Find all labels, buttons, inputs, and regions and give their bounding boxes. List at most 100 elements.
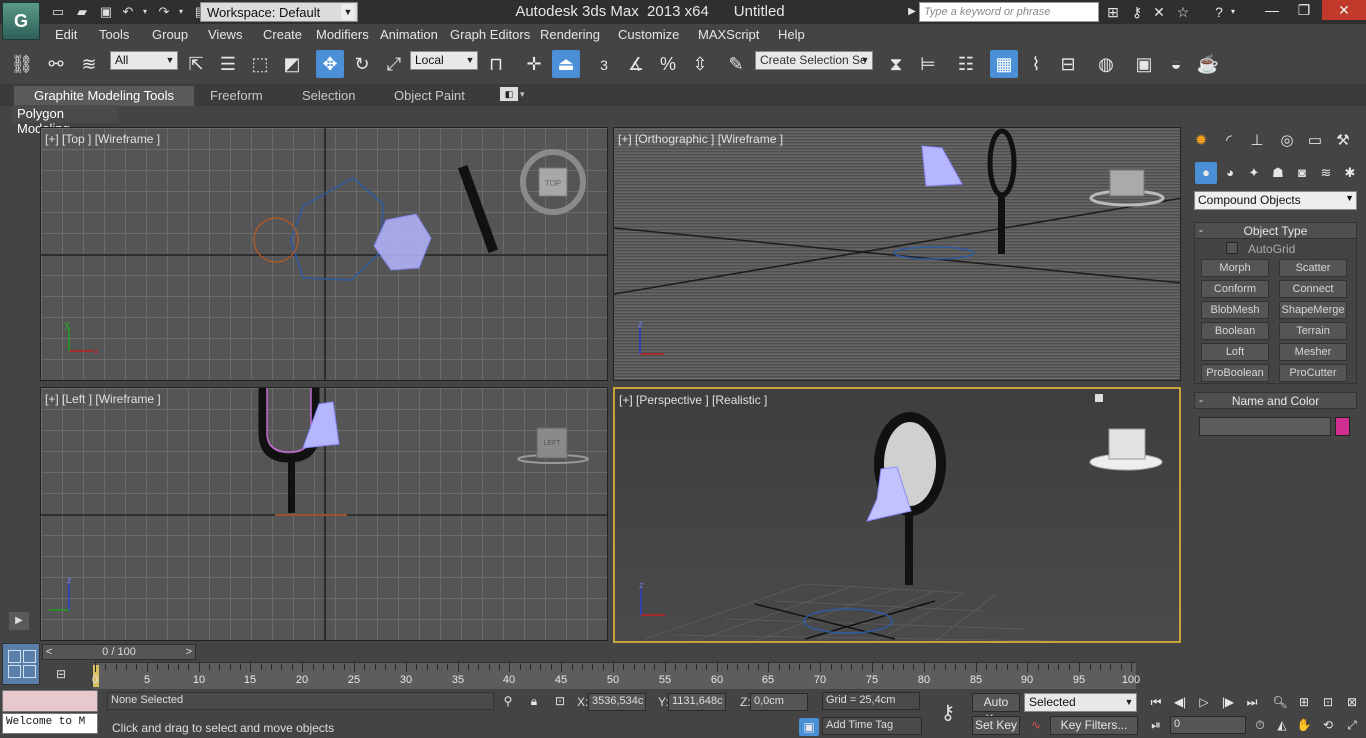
- expand-search-icon[interactable]: ▶: [906, 3, 918, 21]
- z-coordinate-field[interactable]: 0,0cm: [750, 693, 808, 711]
- create-conform-button[interactable]: Conform: [1201, 280, 1269, 298]
- select-by-name-icon[interactable]: ☰: [214, 50, 242, 78]
- rectangular-selection-icon[interactable]: ⬚: [246, 50, 274, 78]
- snaps-toggle-icon[interactable]: 3: [590, 50, 618, 78]
- viewport-top[interactable]: [+] [Top ] [Wireframe ] TOP y x: [40, 127, 608, 381]
- time-tag-icon[interactable]: ▣: [799, 718, 819, 736]
- maxscript-listener-mini[interactable]: [2, 690, 98, 712]
- time-slider[interactable]: <0 / 100 >: [42, 644, 196, 660]
- favorites-star-icon[interactable]: ☆: [1174, 3, 1192, 21]
- create-shapemerge-button[interactable]: ShapeMerge: [1279, 301, 1347, 319]
- window-crossing-icon[interactable]: ◩: [278, 50, 306, 78]
- field-of-view-icon[interactable]: ◭: [1272, 716, 1292, 734]
- geometry-icon[interactable]: ●: [1195, 162, 1217, 184]
- material-editor-icon[interactable]: ◍: [1092, 50, 1120, 78]
- menu-help[interactable]: Help: [778, 27, 805, 42]
- layer-manager-icon[interactable]: ☷: [952, 50, 980, 78]
- rendered-frame-window-icon[interactable]: ◒: [1162, 50, 1190, 78]
- restore-icon[interactable]: ❐: [1288, 0, 1320, 20]
- communication-center-icon[interactable]: ✕: [1150, 3, 1168, 21]
- redo-icon[interactable]: ↷: [156, 4, 172, 19]
- set-key-big-icon[interactable]: ⚷: [928, 694, 968, 732]
- select-and-move-icon[interactable]: ✥: [316, 50, 344, 78]
- modify-tab-icon[interactable]: ◜: [1216, 130, 1242, 152]
- zoom-extents-all-icon[interactable]: ⊠: [1342, 693, 1362, 711]
- menu-maxscript[interactable]: MAXScript: [698, 27, 759, 42]
- isolate-selection-icon[interactable]: ⚲: [498, 692, 518, 710]
- menu-rendering[interactable]: Rendering: [540, 27, 600, 42]
- display-tab-icon[interactable]: ▭: [1302, 130, 1328, 152]
- mirror-icon[interactable]: ⧗: [882, 50, 910, 78]
- autogrid-checkbox[interactable]: [1226, 242, 1238, 254]
- edit-named-selection-icon[interactable]: ✎: [722, 50, 750, 78]
- y-coordinate-field[interactable]: 1131,648c: [668, 693, 726, 711]
- tab-freeform[interactable]: Freeform: [210, 88, 263, 103]
- curve-editor-icon[interactable]: ⌇: [1022, 50, 1050, 78]
- hierarchy-tab-icon[interactable]: ⊥: [1244, 130, 1270, 152]
- link-icon[interactable]: ⛓: [8, 50, 36, 78]
- previous-frame-icon[interactable]: ◀|: [1170, 693, 1190, 711]
- next-frame-icon[interactable]: |▶: [1218, 693, 1238, 711]
- play-icon[interactable]: ▷: [1194, 693, 1214, 711]
- select-and-manipulate-icon[interactable]: ✛: [520, 50, 548, 78]
- angle-snap-icon[interactable]: ∡: [622, 50, 650, 78]
- search-input[interactable]: Type a keyword or phrase: [919, 2, 1099, 22]
- lock-icon[interactable]: [1095, 394, 1103, 402]
- menu-group[interactable]: Group: [152, 27, 188, 42]
- object-color-swatch[interactable]: [1335, 417, 1350, 436]
- percent-snap-icon[interactable]: %: [654, 50, 682, 78]
- time-slider-next-icon[interactable]: >: [186, 645, 192, 659]
- ribbon-options-dropdown-icon[interactable]: ▾: [520, 89, 525, 100]
- tab-selection[interactable]: Selection: [302, 88, 355, 103]
- viewport-left[interactable]: [+] [Left ] [Wireframe ] LEFT z: [40, 387, 608, 641]
- render-setup-icon[interactable]: ▣: [1130, 50, 1158, 78]
- current-frame-field[interactable]: 0: [1170, 716, 1246, 734]
- menu-create[interactable]: Create: [263, 27, 302, 42]
- lights-icon[interactable]: ✦: [1243, 162, 1265, 184]
- minimize-icon[interactable]: —: [1256, 0, 1288, 20]
- application-button[interactable]: G: [2, 2, 40, 40]
- align-icon[interactable]: ⊨: [914, 50, 942, 78]
- create-mesher-button[interactable]: Mesher: [1279, 343, 1347, 361]
- cameras-icon[interactable]: ☗: [1267, 162, 1289, 184]
- set-key-button[interactable]: Set Key: [972, 716, 1020, 735]
- help-dropdown-icon[interactable]: ▾: [1228, 3, 1238, 21]
- object-name-input[interactable]: [1199, 417, 1331, 436]
- viewport-layouts-expand-icon[interactable]: ▶: [9, 612, 29, 630]
- menu-animation[interactable]: Animation: [380, 27, 438, 42]
- menu-modifiers[interactable]: Modifiers: [316, 27, 369, 42]
- open-file-icon[interactable]: ▰: [74, 4, 90, 19]
- motion-tab-icon[interactable]: ◎: [1274, 130, 1300, 152]
- viewcube-left-label[interactable]: LEFT: [543, 440, 561, 447]
- create-proboolean-button[interactable]: ProBoolean: [1201, 364, 1269, 382]
- workspace-select[interactable]: Workspace: Default ▼: [200, 2, 358, 22]
- orbit-icon[interactable]: ⟲: [1318, 716, 1338, 734]
- render-production-icon[interactable]: ☕: [1194, 50, 1222, 78]
- create-loft-button[interactable]: Loft: [1201, 343, 1269, 361]
- zoom-extents-icon[interactable]: ⊡: [1318, 693, 1338, 711]
- keyboard-shortcut-override-icon[interactable]: ⏏: [552, 50, 580, 78]
- key-mode-toggle-icon[interactable]: ⏯: [1146, 716, 1166, 734]
- utilities-tab-icon[interactable]: ⚒: [1330, 130, 1356, 152]
- create-connect-button[interactable]: Connect: [1279, 280, 1347, 298]
- menu-graph-editors[interactable]: Graph Editors: [450, 27, 530, 42]
- helpers-icon[interactable]: ◙: [1291, 162, 1313, 184]
- bind-space-warp-icon[interactable]: ≋: [75, 50, 103, 78]
- space-warps-icon[interactable]: ≋: [1315, 162, 1337, 184]
- schematic-view-icon[interactable]: ⊟: [1054, 50, 1082, 78]
- create-scatter-button[interactable]: Scatter: [1279, 259, 1347, 277]
- go-to-start-icon[interactable]: ⏮: [1146, 693, 1166, 711]
- select-and-rotate-icon[interactable]: ↻: [348, 50, 376, 78]
- absolute-mode-icon[interactable]: ⊡: [550, 692, 570, 710]
- create-terrain-button[interactable]: Terrain: [1279, 322, 1347, 340]
- viewport-perspective[interactable]: [+] [Perspective ] [Realistic ] z: [613, 387, 1181, 643]
- menu-customize[interactable]: Customize: [618, 27, 679, 42]
- pan-view-icon[interactable]: ✋: [1294, 716, 1314, 734]
- binoculars-icon[interactable]: ⊞: [1104, 3, 1122, 21]
- object-type-rollout-header[interactable]: - Object Type: [1194, 222, 1357, 239]
- time-configuration-icon[interactable]: ⏱: [1250, 716, 1270, 734]
- create-blobmesh-button[interactable]: BlobMesh: [1201, 301, 1269, 319]
- new-scene-icon[interactable]: ▭: [50, 4, 66, 19]
- zoom-all-icon[interactable]: ⊞: [1294, 693, 1314, 711]
- reference-coordinate-select[interactable]: Local ▼: [410, 51, 478, 70]
